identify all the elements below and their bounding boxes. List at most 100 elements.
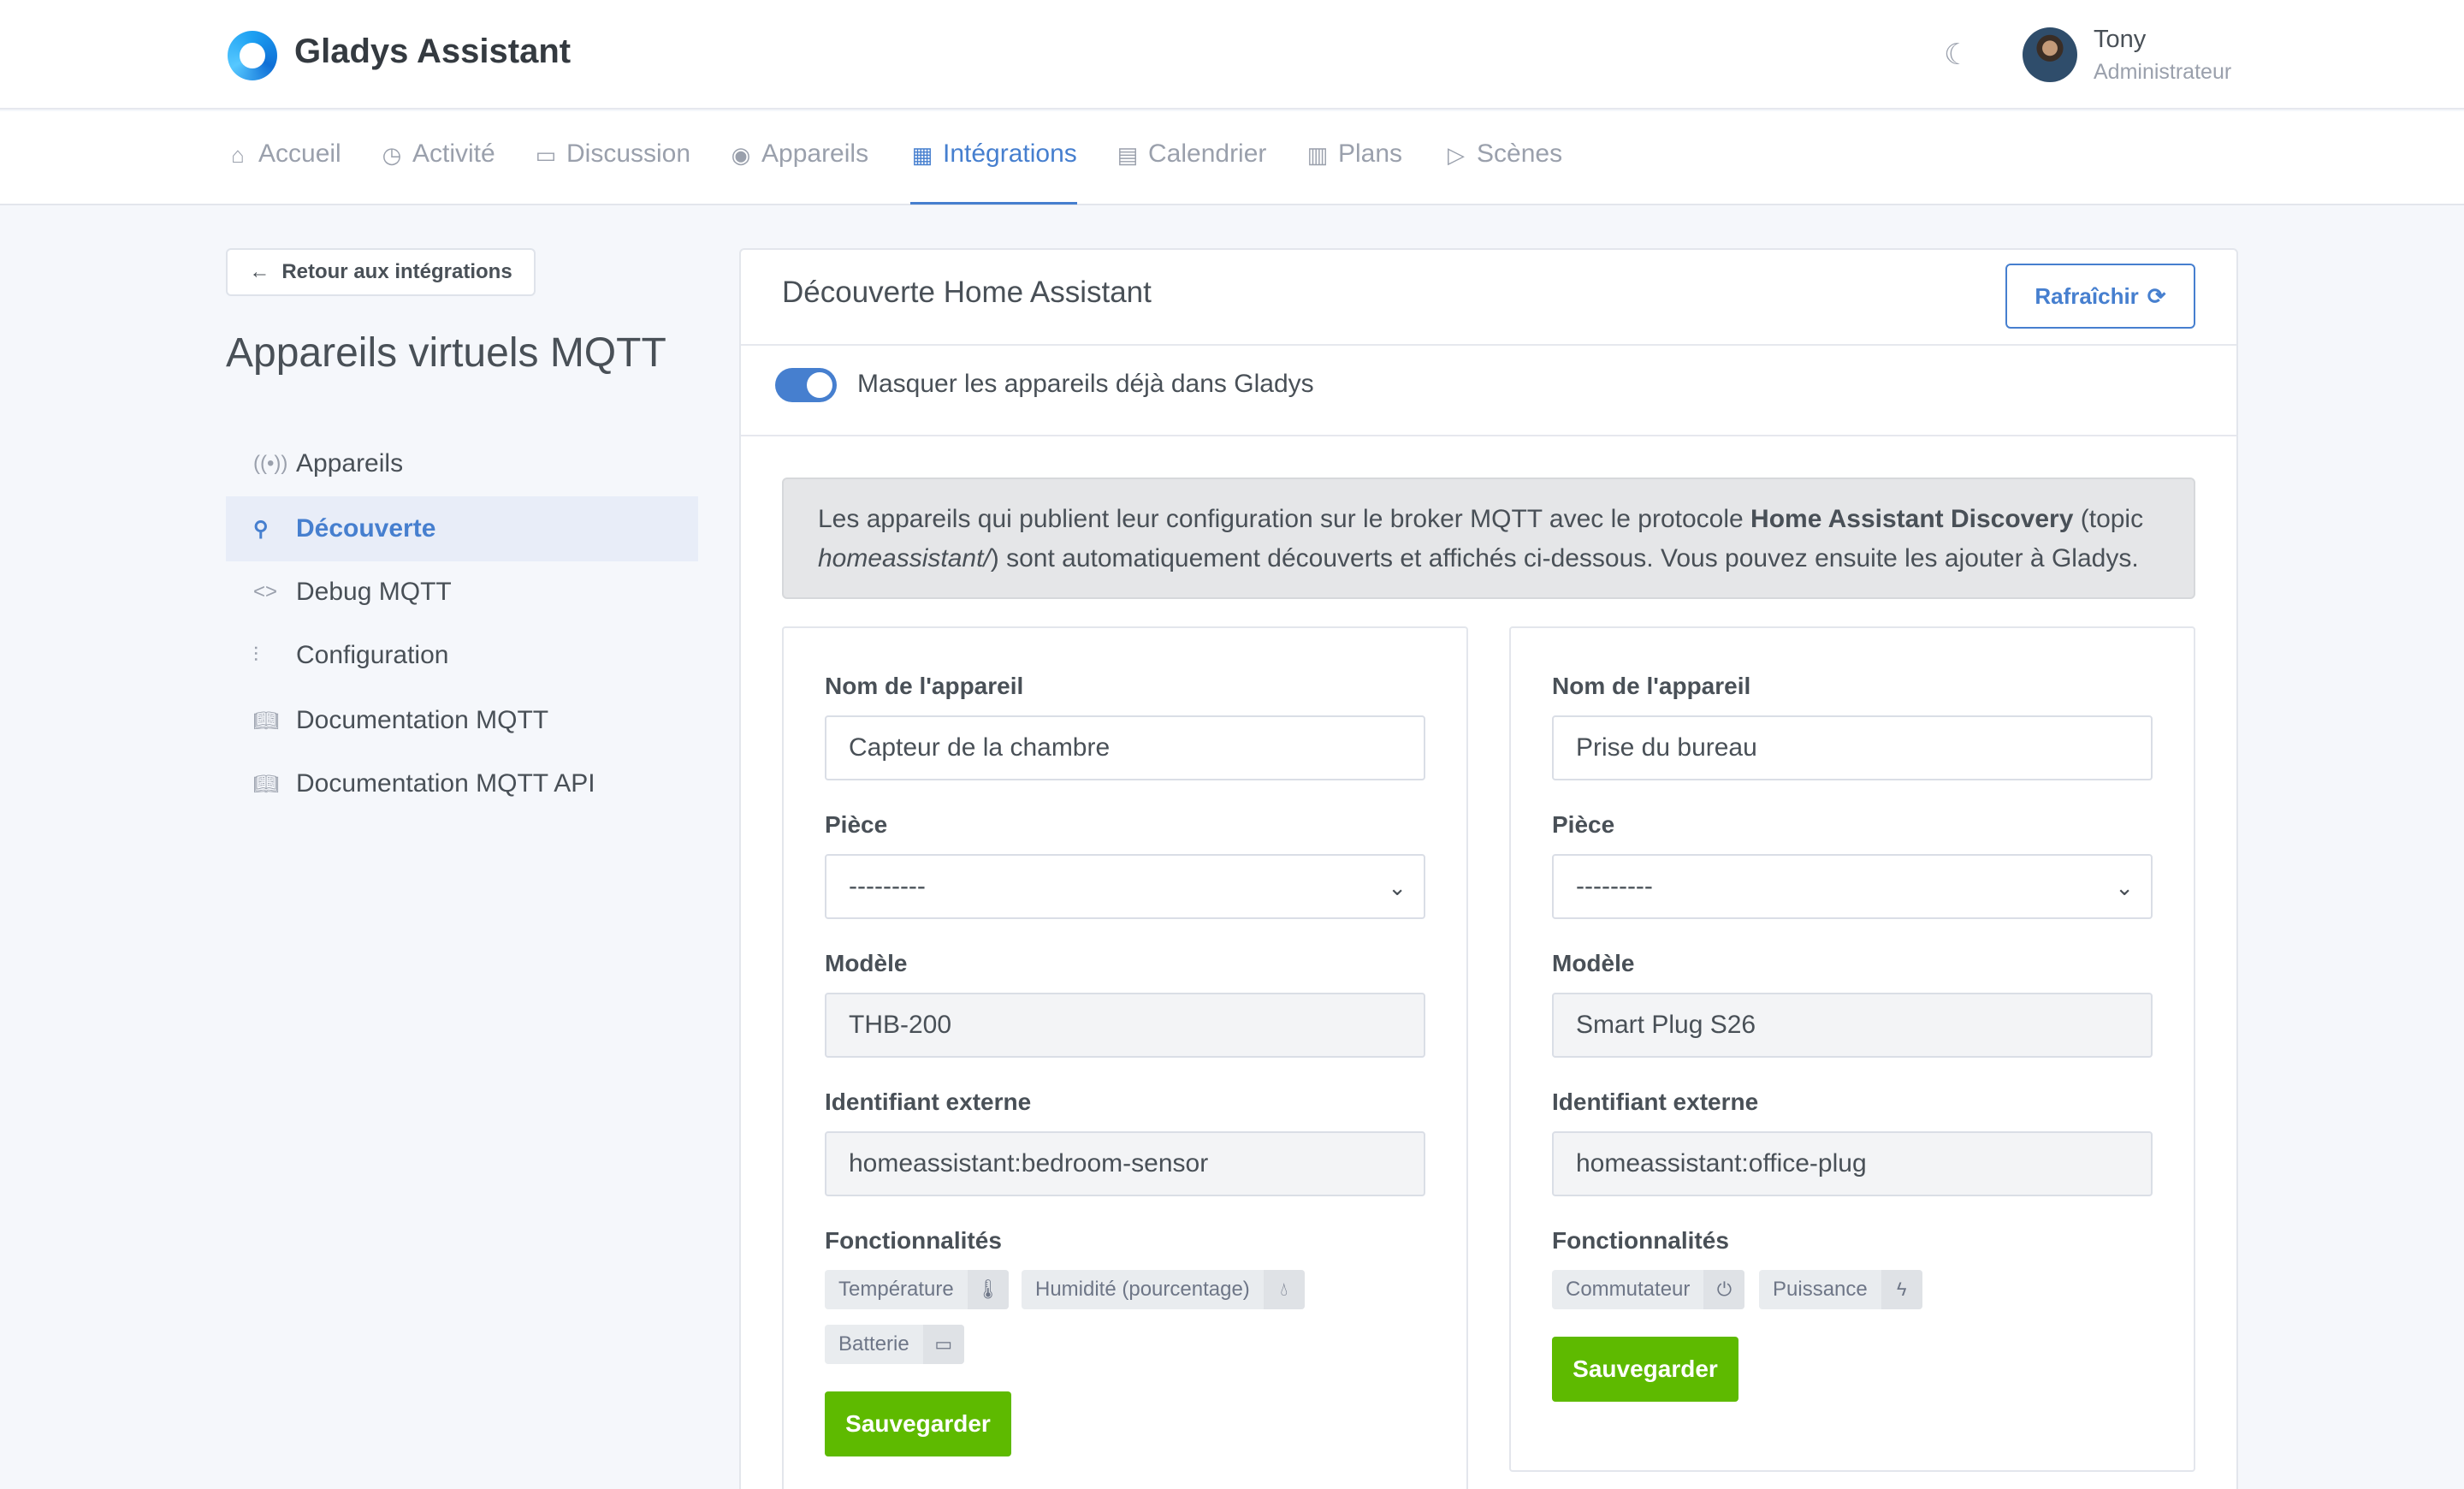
refresh-icon: ⟳: [2147, 282, 2166, 309]
avatar[interactable]: [2023, 27, 2077, 82]
brand-name[interactable]: Gladys Assistant: [294, 33, 571, 71]
back-to-integrations-button[interactable]: ← Retour aux intégrations: [226, 248, 536, 296]
sidebar-item-label: Documentation MQTT: [296, 706, 549, 734]
play-icon: ▷: [1448, 142, 1465, 168]
nav-label: Appareils: [761, 139, 869, 168]
nav-label: Calendrier: [1148, 139, 1267, 168]
save-button[interactable]: Sauvegarder: [825, 1391, 1011, 1456]
room-value: ---------: [1576, 872, 1653, 900]
external-id-field[interactable]: homeassistant:office-plug: [1552, 1131, 2153, 1196]
gladys-logo[interactable]: [228, 31, 277, 80]
refresh-button[interactable]: Rafraîchir ⟳: [2005, 264, 2195, 329]
device-name-field[interactable]: Capteur de la chambre: [825, 715, 1425, 780]
nav-scenes[interactable]: ▷ Scènes: [1444, 139, 1562, 205]
user-role: Administrateur: [2094, 60, 2232, 84]
nav-plans[interactable]: ▥ Plans: [1306, 139, 1402, 205]
feature-label: Humidité (pourcentage): [1035, 1278, 1250, 1301]
sidebar-item-label: Documentation MQTT API: [296, 769, 595, 798]
sidebar-item-documentation-mqtt-api[interactable]: 📖︎ Documentation MQTT API: [226, 751, 698, 816]
save-button[interactable]: Sauvegarder: [1552, 1337, 1738, 1402]
thermometer-icon: 🌡︎: [967, 1270, 1009, 1309]
room-value: ---------: [849, 872, 926, 900]
battery-icon: ▭: [922, 1325, 964, 1364]
nav-activite[interactable]: ◷ Activité: [380, 139, 495, 205]
alert-text: ) sont automatiquement découverts et aff…: [990, 544, 2139, 572]
nav-label: Accueil: [258, 139, 341, 168]
features-label: Fonctionnalités: [825, 1227, 1002, 1254]
nav-discussion[interactable]: ▭ Discussion: [534, 139, 690, 205]
book-icon: 📖︎: [253, 709, 280, 733]
nav-label: Plans: [1338, 139, 1403, 168]
alert-italic: homeassistant/: [818, 544, 991, 572]
sidebar-item-label: Configuration: [296, 641, 449, 669]
features-label: Fonctionnalités: [1552, 1227, 1729, 1254]
hide-existing-toggle[interactable]: [775, 368, 837, 402]
moon-icon[interactable]: ☾: [1944, 38, 1969, 72]
calendar-icon: ▤: [1116, 142, 1139, 168]
model-label: Modèle: [825, 950, 908, 976]
chevron-down-icon: ⌄: [2115, 875, 2134, 900]
nav-label: Discussion: [566, 139, 691, 168]
toggle-label: Masquer les appareils déjà dans Gladys: [857, 370, 1314, 398]
room-select[interactable]: --------- ⌄: [1552, 854, 2153, 919]
info-alert: Les appareils qui publient leur configur…: [782, 478, 2195, 599]
room-label: Pièce: [1552, 811, 1615, 838]
grid-icon: ▦: [911, 142, 933, 168]
feature-label: Commutateur: [1566, 1278, 1691, 1301]
power-icon: ⏻: [1703, 1270, 1745, 1309]
nav-label: Activité: [412, 139, 495, 168]
model-field[interactable]: THB-200: [825, 993, 1425, 1058]
nav-accueil[interactable]: ⌂ Accueil: [226, 139, 341, 205]
sliders-icon: ⫶: [253, 644, 258, 667]
model-label: Modèle: [1552, 950, 1635, 976]
sidebar-item-debug-mqtt[interactable]: <> Debug MQTT: [226, 560, 698, 625]
external-id-label: Identifiant externe: [825, 1089, 1032, 1115]
back-label: Retour aux intégrations: [281, 260, 512, 283]
device-name-label: Nom de l'appareil: [825, 673, 1024, 699]
nav-appareils[interactable]: ◉ Appareils: [729, 139, 868, 205]
room-label: Pièce: [825, 811, 888, 838]
nav-label: Scènes: [1477, 139, 1563, 168]
sidebar-item-label: Appareils: [296, 449, 404, 478]
toggle-knob: [807, 372, 832, 398]
droplet-icon: 💧︎: [1263, 1270, 1305, 1309]
feature-tag: Température 🌡︎: [825, 1270, 1009, 1309]
nav-calendrier[interactable]: ▤ Calendrier: [1116, 139, 1267, 205]
external-id-label: Identifiant externe: [1552, 1089, 1759, 1115]
home-icon: ⌂: [231, 142, 245, 168]
feature-tag: Commutateur ⏻: [1552, 1270, 1745, 1309]
nav-integrations[interactable]: ▦ Intégrations: [910, 139, 1077, 205]
chevron-down-icon: ⌄: [1388, 875, 1407, 900]
feature-label: Température: [838, 1278, 954, 1301]
page-title: Appareils virtuels MQTT: [226, 330, 666, 376]
refresh-label: Rafraîchir: [2035, 282, 2139, 309]
radio-icon: ((•)): [253, 452, 288, 475]
divider: [741, 344, 2236, 346]
message-icon: ▭: [535, 142, 557, 168]
device-name-label: Nom de l'appareil: [1552, 673, 1751, 699]
user-name[interactable]: Tony: [2094, 26, 2146, 54]
card-title: Découverte Home Assistant: [782, 276, 1152, 309]
clock-icon: ◷: [382, 142, 402, 168]
sidebar-item-appareils[interactable]: ((•)) Appareils: [226, 431, 698, 496]
alert-bold: Home Assistant Discovery: [1750, 505, 2074, 533]
divider: [741, 435, 2236, 436]
room-select[interactable]: --------- ⌄: [825, 854, 1425, 919]
alert-text: Les appareils qui publient leur configur…: [818, 505, 1751, 533]
arrow-left-icon: ←: [249, 260, 270, 283]
nav-label: Intégrations: [943, 139, 1077, 168]
sidebar-item-label: Découverte: [296, 514, 436, 543]
sidebar-item-configuration[interactable]: ⫶ Configuration: [226, 623, 698, 688]
external-id-field[interactable]: homeassistant:bedroom-sensor: [825, 1131, 1425, 1196]
map-icon: ▥: [1306, 142, 1329, 168]
code-icon: <>: [253, 580, 278, 603]
sidebar-item-decouverte[interactable]: ⚲ Découverte: [226, 496, 698, 561]
feature-label: Puissance: [1773, 1278, 1868, 1301]
feature-tag: Humidité (pourcentage) 💧︎: [1022, 1270, 1305, 1309]
model-field[interactable]: Smart Plug S26: [1552, 993, 2153, 1058]
sidebar-item-documentation-mqtt[interactable]: 📖︎ Documentation MQTT: [226, 688, 698, 753]
sidebar-item-label: Debug MQTT: [296, 578, 452, 606]
device-name-field[interactable]: Prise du bureau: [1552, 715, 2153, 780]
feature-tag: Puissance ϟ: [1759, 1270, 1922, 1309]
feature-tag: Batterie ▭: [825, 1325, 964, 1364]
